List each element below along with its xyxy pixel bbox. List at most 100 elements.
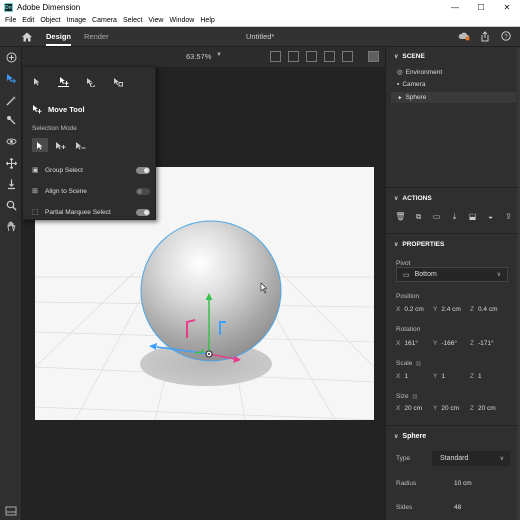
add-icon[interactable] (4, 50, 18, 64)
zoom-level[interactable]: 63.57% (186, 52, 211, 61)
duplicate-icon[interactable]: ⧉ (414, 212, 423, 221)
share-icon[interactable] (479, 30, 491, 42)
magic-wand-icon[interactable] (4, 93, 18, 107)
scene-item-camera[interactable]: ▪ Camera (397, 81, 425, 88)
camera-bookmark-icon[interactable] (342, 51, 353, 62)
menu-file[interactable]: File (5, 17, 16, 24)
pivot-label: Pivot (396, 260, 411, 267)
subtract-selection-icon[interactable] (72, 138, 88, 152)
close-icon[interactable]: ✕ (494, 0, 520, 15)
position-y-field[interactable]: 2.4 cm (441, 306, 461, 313)
position-z-field[interactable]: 0.4 cm (478, 306, 498, 313)
place-on-plane-icon[interactable]: ⬓ (468, 212, 477, 221)
rotate-tool-icon[interactable] (85, 76, 96, 87)
scale-z-field[interactable]: 1 (478, 373, 482, 380)
drop-to-ground-icon[interactable]: ⤓ (450, 212, 459, 221)
chevron-down-icon: ∨ (394, 242, 399, 248)
scale-y-field[interactable]: 1 (441, 373, 445, 380)
properties-header[interactable]: ∨ PROPERTIES (394, 241, 444, 248)
distribute-icon[interactable] (306, 51, 317, 62)
app-header: Design Render Untitled* ? (0, 27, 520, 47)
link-icon[interactable]: ⛓ (415, 361, 421, 367)
cloud-status-icon[interactable] (458, 30, 470, 42)
home-icon[interactable] (21, 31, 33, 43)
sphere-radius-row: Radius 10 cm (396, 480, 511, 487)
chevron-down-icon[interactable]: ▼ (216, 52, 222, 58)
size-label-row: Size ⛓ (396, 393, 418, 400)
option-align-to-scene: ⊞ Align to Scene (32, 185, 150, 197)
maximize-icon[interactable]: ☐ (468, 0, 494, 15)
zoom-tool-icon[interactable] (4, 198, 18, 212)
group-select-toggle[interactable] (136, 166, 150, 174)
size-x-field[interactable]: 20 cm (404, 405, 422, 412)
sides-field[interactable]: 48 (441, 504, 511, 511)
position-x-field[interactable]: 0.2 cm (404, 306, 424, 313)
snap-icon[interactable] (324, 51, 335, 62)
menu-select[interactable]: Select (123, 17, 142, 24)
pan-tool-icon[interactable] (4, 156, 18, 170)
menu-window[interactable]: Window (169, 17, 194, 24)
group-icon[interactable]: ▭ (432, 212, 441, 221)
align-icon[interactable] (288, 51, 299, 62)
material-icon[interactable]: ◒ (486, 212, 495, 221)
scale-x-field[interactable]: 1 (404, 373, 408, 380)
menu-view[interactable]: View (148, 17, 163, 24)
radius-field[interactable]: 10 cm (441, 480, 511, 487)
size-label: Size (396, 393, 409, 400)
add-selection-icon[interactable] (52, 138, 68, 152)
dolly-tool-icon[interactable] (4, 177, 18, 191)
selection-mode-label: Selection Mode (32, 125, 77, 132)
menu-edit[interactable]: Edit (22, 17, 34, 24)
menu-object[interactable]: Object (40, 17, 60, 24)
sample-tool-icon[interactable] (4, 113, 18, 127)
orbit-tool-icon[interactable] (4, 134, 18, 148)
select-tool-icon[interactable] (4, 71, 18, 85)
pivot-icon: ▭ (403, 271, 410, 279)
option-group-select: ▣ Group Select (32, 164, 150, 176)
option-partial-marquee: ⬚ Partial Marquee Select (32, 206, 150, 218)
rotation-y-field[interactable]: -166° (441, 340, 457, 347)
scene-header[interactable]: ∨ SCENE (394, 53, 425, 60)
hand-tool-icon[interactable] (4, 219, 18, 233)
move-tool-icon (33, 105, 42, 114)
right-panel: ∨ SCENE ◎ Environment ▪ Camera ✦ Sphere … (385, 47, 520, 520)
select-arrow-icon[interactable] (31, 76, 42, 87)
pivot-dropdown[interactable]: ▭ Bottom ∨ (396, 267, 508, 282)
tab-design[interactable]: Design (46, 32, 72, 46)
size-z-field[interactable]: 20 cm (478, 405, 496, 412)
scene-item-sphere[interactable]: ✦ Sphere (391, 92, 516, 103)
scale-tool-icon[interactable] (112, 76, 123, 87)
frame-icon[interactable] (270, 51, 281, 62)
position-label: Position (396, 293, 420, 300)
menu-image[interactable]: Image (67, 17, 86, 24)
align-to-scene-toggle[interactable] (136, 187, 150, 195)
rotation-z-field[interactable]: -171° (478, 340, 494, 347)
render-preview-icon[interactable] (368, 51, 379, 62)
menu-camera[interactable]: Camera (92, 17, 117, 24)
scene-item-environment[interactable]: ◎ Environment (397, 68, 442, 77)
tab-render[interactable]: Render (84, 32, 109, 41)
new-selection-icon[interactable] (32, 138, 48, 152)
actions-header[interactable]: ∨ ACTIONS (394, 195, 432, 202)
delete-icon[interactable]: 🗑 (395, 212, 405, 221)
rotation-x-field[interactable]: 161° (404, 340, 417, 347)
panel-toggle-icon[interactable] (5, 506, 17, 516)
help-icon[interactable]: ? (500, 30, 512, 42)
move-tool-tab-icon[interactable] (58, 76, 69, 87)
sphere-header[interactable]: ∨ Sphere (394, 433, 426, 440)
chevron-down-icon: ∨ (394, 434, 399, 440)
link-icon[interactable]: ⛓ (412, 394, 418, 400)
menu-help[interactable]: Help (200, 17, 214, 24)
move-tool-panel: Move Tool Selection Mode ▣ Group Select … (22, 66, 156, 220)
sphere-type-dropdown[interactable]: Standard ∨ (432, 451, 510, 466)
left-toolbar (0, 47, 22, 520)
title-bar: Dn Adobe Dimension — ☐ ✕ (0, 0, 520, 15)
viewport-toolbar: 63.57% ▼ (22, 47, 385, 67)
minimize-icon[interactable]: — (442, 0, 468, 15)
partial-marquee-toggle[interactable] (136, 208, 150, 216)
size-y-field[interactable]: 20 cm (441, 405, 459, 412)
chevron-down-icon: ∨ (394, 54, 399, 60)
export-icon[interactable]: ⇪ (504, 212, 513, 221)
window-title: Adobe Dimension (17, 3, 81, 12)
tool-name: Move Tool (48, 104, 85, 114)
